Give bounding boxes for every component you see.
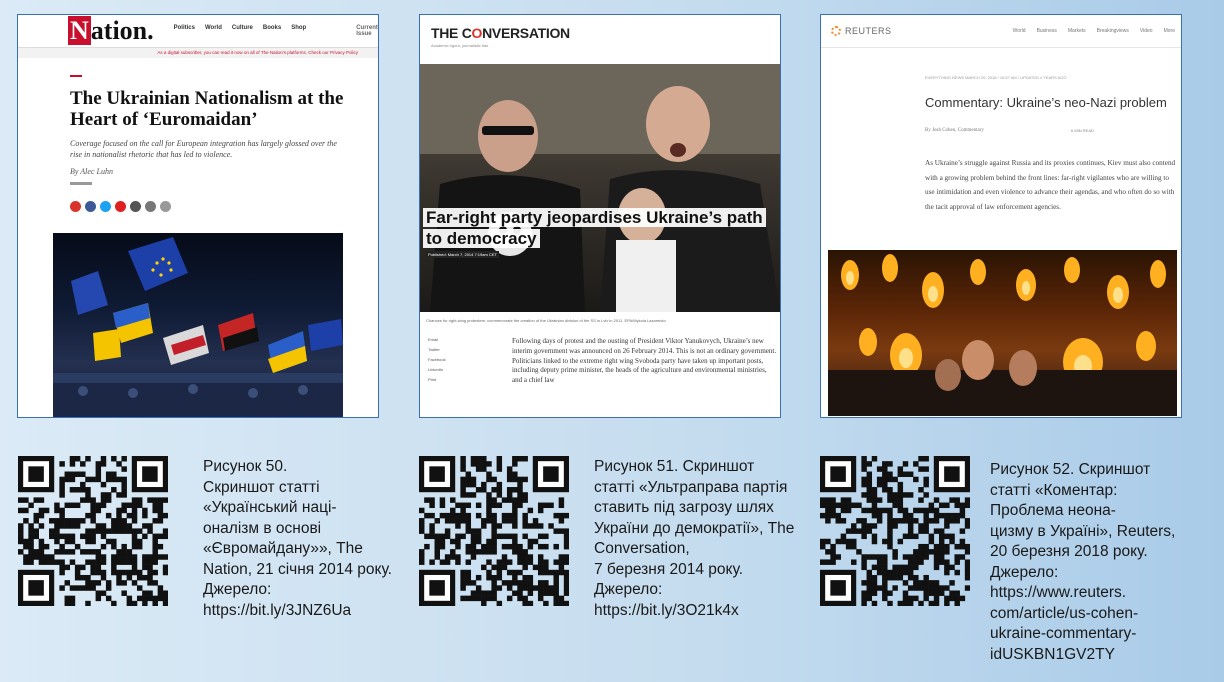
conversation-header: THE CONVERSATION Academic rigour, journa… xyxy=(420,15,780,63)
nation-nav-item: Politics xyxy=(173,25,195,31)
reuters-nav-item: Markets xyxy=(1067,28,1086,34)
reuters-logo-icon xyxy=(831,26,841,37)
euromaidan-protest-photo xyxy=(53,233,343,417)
figure-caption-52: Рисунок 52. Скриншот статті «Коментар: П… xyxy=(990,461,1176,663)
figure-caption-50: Рисунок 50. Скриншот статті «Український… xyxy=(203,458,392,619)
nation-nav-item: World xyxy=(204,25,222,31)
share-print-link: Print xyxy=(428,377,437,382)
conversation-article-body: Following days of protest and the oustin… xyxy=(512,337,777,385)
reuters-read-time: 6 MIN READ xyxy=(1071,128,1094,133)
more-icon xyxy=(160,201,171,212)
qr-code-icon xyxy=(820,456,970,606)
reuters-nav-item: World xyxy=(1012,28,1026,34)
reuters-nav-item: More xyxy=(1163,28,1175,34)
torchlight-march-photo xyxy=(828,250,1177,416)
nation-nav-item: Current Issue xyxy=(356,25,378,37)
nation-date xyxy=(70,182,92,185)
conversation-screenshot: THE CONVERSATION Academic rigour, journa… xyxy=(419,14,781,418)
print-icon xyxy=(145,201,156,212)
email-icon xyxy=(130,201,141,212)
conversation-photo-caption: Chances for right-wing protesters: comme… xyxy=(426,318,666,323)
conversation-article-title: Far-right party jeopardises Ukraine’s pa… xyxy=(423,207,779,249)
share-icon xyxy=(70,201,81,212)
facebook-icon xyxy=(85,201,96,212)
nation-article-dek: Coverage focused on the call for Europea… xyxy=(70,139,337,159)
qr-code-icon xyxy=(419,456,569,606)
reuters-screenshot: REUTERS World Business Markets Breakingv… xyxy=(820,14,1182,418)
conversation-published-date: Published: March 7, 2014 7:19am CET xyxy=(426,251,499,258)
flipboard-icon xyxy=(115,201,126,212)
far-right-rally-photo xyxy=(420,64,780,312)
share-linkedin-link: LinkedIn xyxy=(428,367,444,372)
nation-nav-item: Shop xyxy=(291,25,307,31)
share-twitter-link: Twitter xyxy=(428,347,440,352)
nation-article-title: The Ukrainian Nationalism at the Heart o… xyxy=(70,88,344,130)
nation-nav-item: Culture xyxy=(231,25,253,31)
reuters-nav-item: Business xyxy=(1036,28,1057,34)
qr-code-icon xyxy=(18,456,168,606)
conversation-tagline: Academic rigour, journalistic flair xyxy=(431,43,489,48)
reuters-nav: World Business Markets Breakingviews Vid… xyxy=(1013,28,1175,34)
nation-alert-bar: As a digital subscriber, you can read it… xyxy=(18,48,378,58)
reuters-article-title: Commentary: Ukraine’s neo-Nazi problem xyxy=(925,95,1167,110)
reuters-article-body: As Ukraine’s struggle against Russia and… xyxy=(925,159,1176,211)
nation-screenshot: Nation. Politics World Culture Books Sho… xyxy=(17,14,379,418)
conversation-share-list: Email Twitter Facebook LinkedIn Print xyxy=(428,335,446,385)
figure-caption-51: Рисунок 51. Скриншот статті «Ультраправа… xyxy=(594,458,795,619)
nation-section-marker xyxy=(70,75,82,77)
reuters-kicker: EVERYTHING NEWS MARCH 20, 2018 / 10:57 A… xyxy=(925,75,1067,80)
nation-nav-item: Books xyxy=(262,25,282,31)
nation-header: Nation. Politics World Culture Books Sho… xyxy=(18,15,378,48)
share-email-link: Email xyxy=(428,337,439,342)
twitter-icon xyxy=(100,201,111,212)
reuters-logo: REUTERS xyxy=(831,26,892,37)
nation-nav: Politics World Culture Books Shop Curren… xyxy=(174,25,378,37)
reuters-nav-item: Video xyxy=(1139,28,1153,34)
nation-byline: By Alec Luhn xyxy=(70,167,113,176)
reuters-header: REUTERS World Business Markets Breakingv… xyxy=(821,15,1181,48)
reuters-byline: By Josh Cohen, Commentary xyxy=(925,128,984,133)
nation-share-icons xyxy=(70,201,171,212)
reuters-nav-item: Breakingviews xyxy=(1096,28,1129,34)
nation-logo: Nation. xyxy=(68,16,154,45)
share-facebook-link: Facebook xyxy=(428,357,446,362)
conversation-logo: THE CONVERSATION xyxy=(431,25,570,41)
